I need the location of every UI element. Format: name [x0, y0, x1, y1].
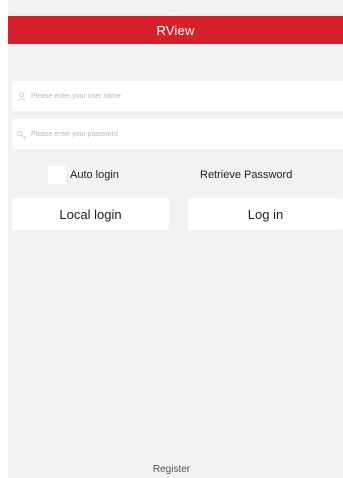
- local-login-button[interactable]: Local login: [12, 198, 169, 230]
- options-row: Auto login Retrieve Password: [8, 166, 343, 184]
- user-icon: [16, 90, 28, 102]
- auto-login-label: Auto login: [70, 169, 119, 181]
- local-login-label: Local login: [59, 206, 122, 222]
- retrieve-password-link[interactable]: Retrieve Password: [200, 166, 292, 184]
- app-title: RView: [156, 22, 195, 38]
- username-field[interactable]: [12, 81, 343, 111]
- auto-login-checkbox[interactable]: [48, 166, 66, 184]
- title-bar: RView: [8, 16, 343, 44]
- register-label: Register: [152, 464, 191, 475]
- login-label: Log in: [247, 206, 284, 222]
- username-input[interactable]: [31, 92, 331, 100]
- app-frame: RView Auto login Retrieve Password: [8, 0, 343, 478]
- auto-login-option[interactable]: Auto login: [48, 166, 119, 184]
- retrieve-password-label: Retrieve Password: [200, 169, 293, 181]
- password-input[interactable]: [31, 130, 331, 138]
- password-field[interactable]: [12, 119, 343, 149]
- key-icon: [16, 128, 28, 140]
- login-button[interactable]: Log in: [188, 198, 343, 230]
- register-link[interactable]: Register: [0, 464, 343, 475]
